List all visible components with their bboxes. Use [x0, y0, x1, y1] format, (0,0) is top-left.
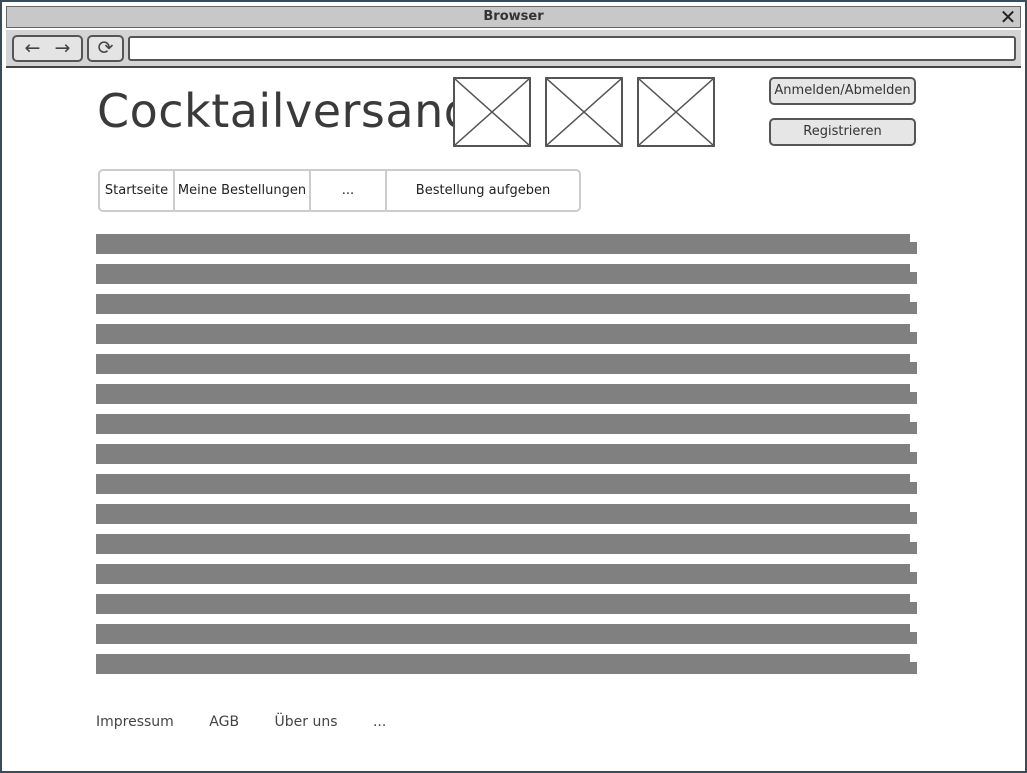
- window-titlebar: Browser ✕: [6, 6, 1021, 28]
- placeholder-text-line: [96, 474, 917, 494]
- footer-link-ueber-uns[interactable]: Über uns: [275, 714, 338, 730]
- address-bar[interactable]: [128, 36, 1016, 61]
- placeholder-text-line: [96, 594, 917, 614]
- tab-meine-bestellungen[interactable]: Meine Bestellungen: [175, 171, 311, 210]
- reload-button[interactable]: ⟳: [87, 35, 124, 62]
- tab-startseite[interactable]: Startseite: [100, 171, 175, 210]
- window-title: Browser: [483, 9, 544, 24]
- placeholder-text-line: [96, 624, 917, 644]
- placeholder-text-line: [96, 234, 917, 254]
- site-logo[interactable]: Cocktailversand: [97, 84, 473, 138]
- placeholder-text-line: [96, 414, 917, 434]
- register-button[interactable]: Registrieren: [769, 118, 916, 146]
- image-placeholder: [545, 77, 623, 147]
- login-logout-button[interactable]: Anmelden/Abmelden: [769, 77, 916, 105]
- back-forward-buttons: ← →: [12, 35, 83, 62]
- placeholder-text-line: [96, 264, 917, 284]
- placeholder-text-line: [96, 294, 917, 314]
- browser-toolbar: ← → ⟳: [6, 30, 1021, 68]
- placeholder-text-line: [96, 324, 917, 344]
- main-navigation: Startseite Meine Bestellungen ... Bestel…: [98, 169, 581, 212]
- back-arrow-icon[interactable]: ←: [18, 37, 48, 59]
- placeholder-text-line: [96, 654, 917, 674]
- footer-link-impressum[interactable]: Impressum: [96, 714, 174, 730]
- close-icon[interactable]: ✕: [998, 7, 1018, 27]
- content-placeholder-text: [96, 234, 917, 684]
- tab-more[interactable]: ...: [311, 171, 387, 210]
- image-placeholder: [637, 77, 715, 147]
- forward-arrow-icon[interactable]: →: [48, 37, 78, 59]
- placeholder-text-line: [96, 384, 917, 404]
- placeholder-text-line: [96, 354, 917, 374]
- reload-icon: ⟳: [97, 37, 114, 59]
- tab-bestellung-aufgeben[interactable]: Bestellung aufgeben: [387, 171, 579, 210]
- placeholder-text-line: [96, 504, 917, 524]
- browser-window: Browser ✕ ← → ⟳ Cocktailversand Anmelden/…: [0, 0, 1027, 773]
- footer-links: Impressum AGB Über uns ...: [96, 714, 417, 730]
- image-placeholder: [453, 77, 531, 147]
- footer-link-more[interactable]: ...: [373, 714, 386, 730]
- placeholder-text-line: [96, 534, 917, 554]
- placeholder-text-line: [96, 564, 917, 584]
- footer-link-agb[interactable]: AGB: [209, 714, 239, 730]
- placeholder-text-line: [96, 444, 917, 464]
